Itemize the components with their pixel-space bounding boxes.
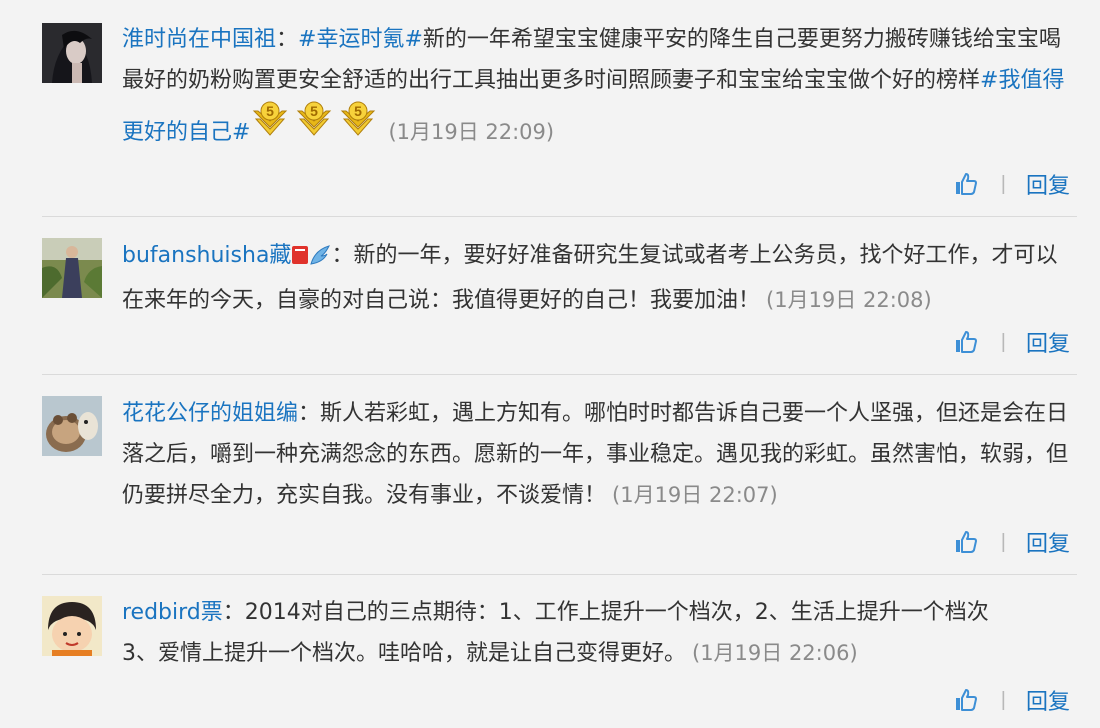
thumbs-up-icon [955, 173, 977, 195]
reply-button[interactable]: 回复 [1026, 326, 1070, 358]
comment-timestamp: (1月19日 22:08) [766, 288, 932, 312]
badge-level: 5 [267, 103, 275, 119]
avatar[interactable] [42, 238, 102, 298]
comment-text: 淮时尚在中国祖：#幸运时氪#新的一年希望宝宝健康平安的降生自己要更努力搬砖赚钱给… [122, 19, 1077, 159]
colon: ： [276, 27, 299, 52]
comment-body: 3、爱情上提升一个档次。哇哈哈，就是让自己变得更好。 [122, 641, 686, 666]
comment-username[interactable]: 淮时尚在中国祖 [122, 27, 276, 52]
blue-wing-icon [309, 239, 331, 280]
comment-body: 2014对自己的三点期待：1、工作上提升一个档次，2、生活上提升一个档次 [244, 600, 989, 625]
comment-actions: | 回复 [953, 327, 1070, 357]
comment-timestamp: (1月19日 22:07) [612, 483, 778, 507]
like-button[interactable] [953, 329, 979, 355]
comment-username[interactable]: bufanshuisha藏 [122, 243, 291, 268]
avatar[interactable] [42, 596, 102, 656]
comment-timestamp: (1月19日 22:09) [388, 120, 555, 144]
like-button[interactable] [953, 687, 979, 713]
action-separator: | [1000, 172, 1006, 195]
colon: ： [222, 600, 245, 625]
comment-text: 花花公仔的姐姐编：斯人若彩虹，遇上方知有。哪怕时时都告诉自己要一个人坚强，但还是… [122, 393, 1077, 516]
action-separator: | [1000, 330, 1006, 353]
reply-button[interactable]: 回复 [1026, 168, 1070, 200]
comment-text: redbird票：2014对自己的三点期待：1、工作上提升一个档次，2、生活上提… [122, 592, 1077, 674]
comment-username[interactable]: 花花公仔的姐姐编 [122, 401, 298, 426]
comment-actions: | 回复 [953, 169, 1070, 199]
thumbs-up-icon [955, 331, 977, 353]
thumbs-up-icon [955, 531, 977, 553]
action-separator: | [1000, 688, 1006, 711]
red-book-icon [291, 239, 309, 280]
avatar[interactable] [42, 396, 102, 456]
vip-badge-icon: 5 5 5 [252, 101, 382, 159]
colon: ： [331, 243, 354, 268]
colon: ： [298, 401, 321, 426]
reply-button[interactable]: 回复 [1026, 526, 1070, 558]
comment-username[interactable]: redbird票 [122, 600, 223, 625]
comment-feed: 淮时尚在中国祖：#幸运时氪#新的一年希望宝宝健康平安的降生自己要更努力搬砖赚钱给… [0, 0, 1100, 728]
like-button[interactable] [953, 529, 979, 555]
badge-level: 5 [355, 103, 363, 119]
comment-timestamp: (1月19日 22:06) [692, 641, 858, 665]
badge-level: 5 [311, 103, 319, 119]
divider [42, 574, 1077, 575]
like-button[interactable] [953, 171, 979, 197]
divider [42, 216, 1077, 217]
action-separator: | [1000, 530, 1006, 553]
reply-button[interactable]: 回复 [1026, 684, 1070, 716]
hashtag-link[interactable]: #幸运时氪# [298, 27, 423, 52]
thumbs-up-icon [955, 689, 977, 711]
divider [42, 374, 1077, 375]
comment-actions: | 回复 [953, 685, 1070, 715]
avatar[interactable] [42, 23, 102, 83]
comment-text: bufanshuisha藏 ：新的一年，要好好准备研究生复试或者考上公务员，找个好… [122, 235, 1077, 321]
comment-actions: | 回复 [953, 527, 1070, 557]
